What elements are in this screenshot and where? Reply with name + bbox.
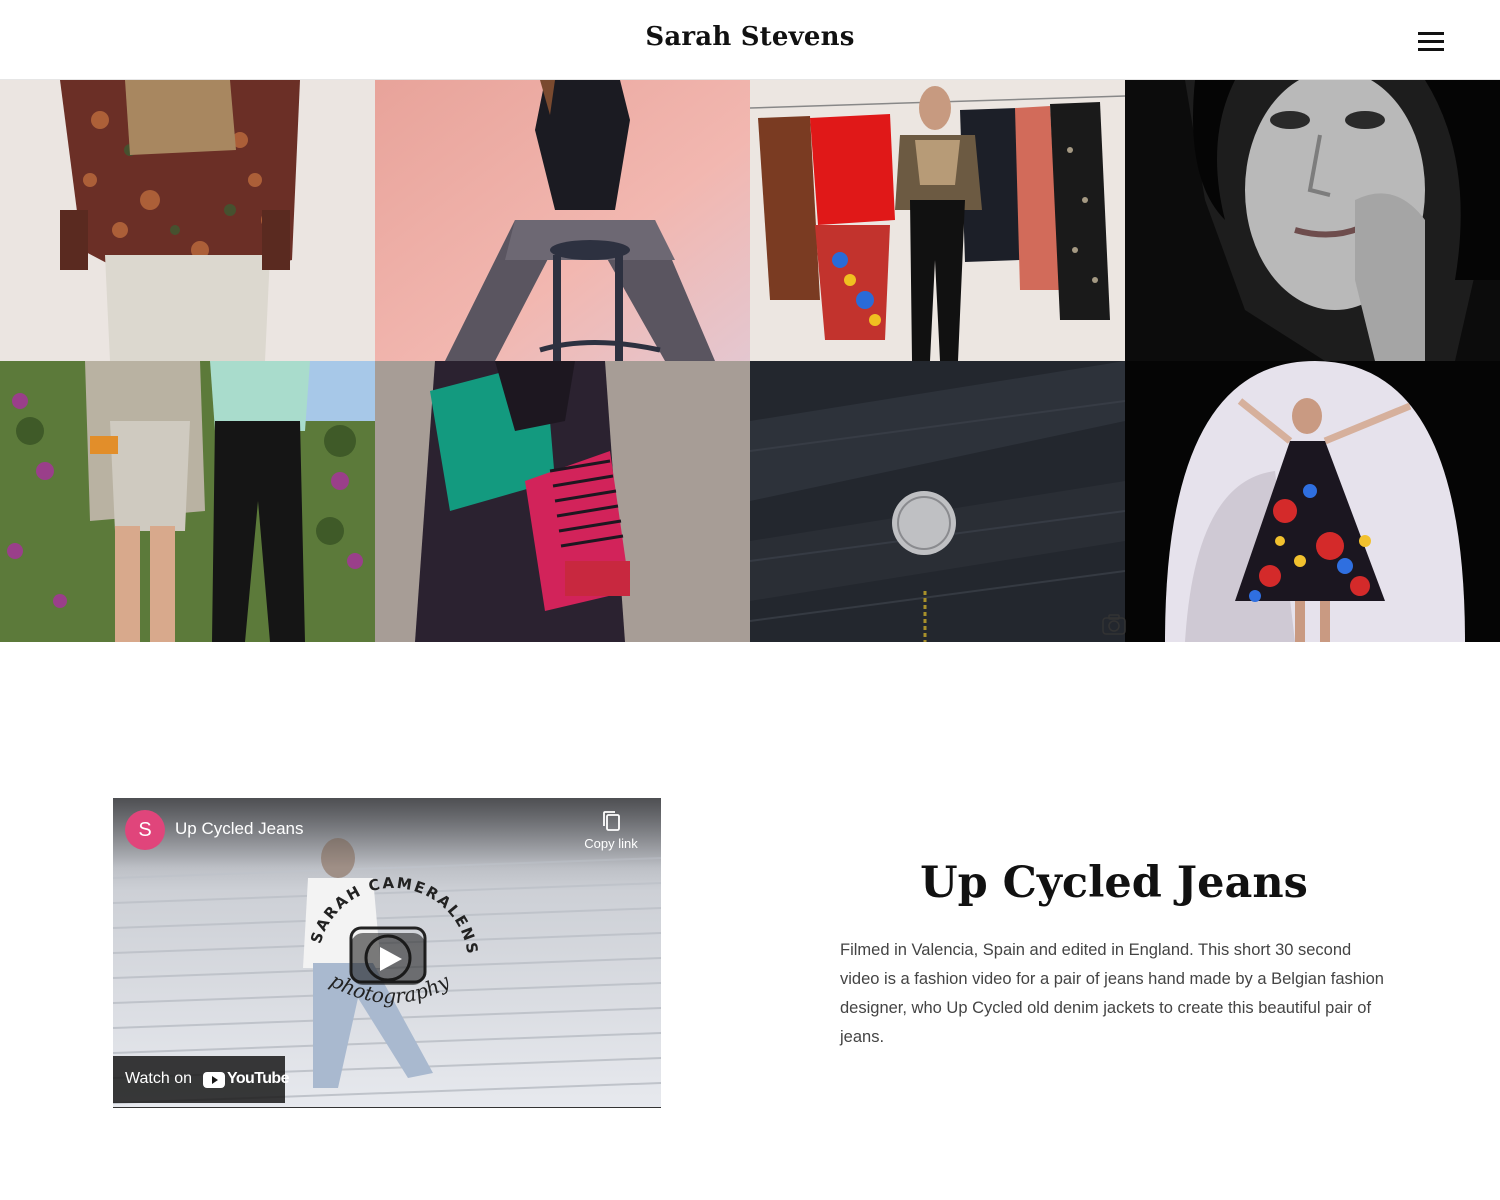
gallery-tile-floral-blouse-vest[interactable] bbox=[0, 80, 375, 361]
sequin-trousers-stool-photo bbox=[375, 80, 750, 361]
gallery-tile-clothesline[interactable] bbox=[750, 80, 1125, 361]
gallery-tile-colorblock-jacket[interactable] bbox=[375, 361, 750, 642]
menu-icon-bar bbox=[1418, 40, 1444, 43]
gallery-tile-knitwear-garden[interactable] bbox=[0, 361, 375, 642]
youtube-wordmark: YouTube bbox=[227, 1070, 289, 1087]
black-white-portrait-photo bbox=[1125, 80, 1500, 361]
watch-on-youtube-button[interactable]: Watch on YouTube bbox=[113, 1056, 289, 1103]
colorblock-jacket-photo bbox=[375, 361, 750, 642]
play-icon[interactable] bbox=[349, 931, 427, 987]
video-section-description: Filmed in Valencia, Spain and edited in … bbox=[840, 941, 1384, 1046]
channel-avatar[interactable]: S bbox=[125, 810, 165, 850]
gallery-tile-floral-dress[interactable] bbox=[1125, 361, 1500, 642]
photo-gallery bbox=[0, 80, 1500, 642]
site-header: Sarah Stevens bbox=[0, 0, 1500, 80]
gallery-tile-bw-portrait[interactable] bbox=[1125, 80, 1500, 361]
clothesline-outfit-photo bbox=[750, 80, 1125, 361]
floral-blouse-vest-photo bbox=[0, 80, 375, 361]
gallery-tile-sequin-trousers[interactable] bbox=[375, 80, 750, 361]
watch-on-label: Watch on bbox=[125, 1070, 192, 1087]
copy-icon bbox=[603, 811, 620, 831]
copy-link-label: Copy link bbox=[584, 836, 638, 851]
hamburger-menu-button[interactable] bbox=[1414, 28, 1448, 56]
copy-link-button[interactable]: Copy link bbox=[575, 810, 647, 851]
video-title[interactable]: Up Cycled Jeans bbox=[175, 819, 304, 839]
knitwear-garden-photo bbox=[0, 361, 375, 642]
youtube-video-embed[interactable]: S Up Cycled Jeans Copy link SARAH CAMERA… bbox=[113, 798, 661, 1108]
menu-icon-bar bbox=[1418, 32, 1444, 35]
menu-icon-bar bbox=[1418, 48, 1444, 51]
denim-ck-button-photo bbox=[750, 361, 1125, 642]
site-title[interactable]: Sarah Stevens bbox=[0, 22, 1500, 52]
camera-icon bbox=[1102, 614, 1126, 635]
floral-dress-studio-photo bbox=[1125, 361, 1500, 642]
video-section-heading: Up Cycled Jeans bbox=[920, 858, 1308, 908]
gallery-tile-denim-button[interactable] bbox=[750, 361, 1125, 642]
